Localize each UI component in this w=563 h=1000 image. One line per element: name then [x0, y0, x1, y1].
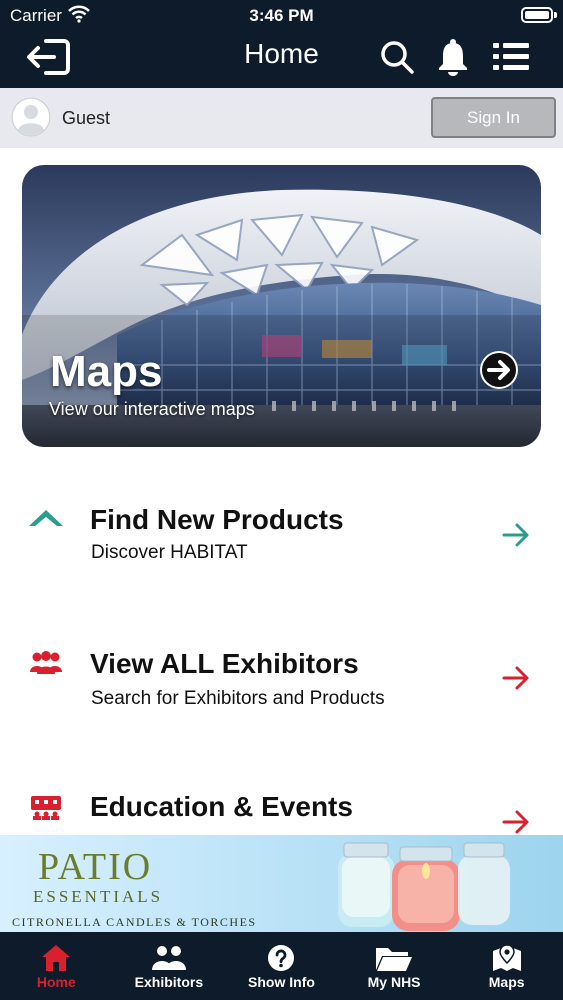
list-item-view-all-exhibitors[interactable]: View ALL Exhibitors Search for Exhibitor…	[0, 638, 563, 758]
tab-label: Show Info	[248, 974, 315, 990]
app-screen: Carrier 3:46 PM Home Guest Sign In Maps …	[0, 0, 563, 1000]
exhibitors-icon	[150, 942, 188, 974]
notifications-button[interactable]	[430, 36, 476, 78]
tab-maps[interactable]: Maps	[450, 932, 563, 1000]
menu-button[interactable]	[488, 36, 534, 78]
tab-exhibitors[interactable]: Exhibitors	[113, 932, 226, 1000]
bell-icon	[439, 39, 467, 76]
arrow-right-icon	[500, 807, 532, 835]
user-avatar-icon	[11, 97, 51, 137]
sign-in-button[interactable]: Sign In	[431, 97, 556, 138]
tab-bar: Home Exhibitors Show Info My NHS Maps	[0, 932, 563, 1000]
ad-brand-line2: ESSENTIALS	[33, 887, 164, 906]
maps-card-title: Maps	[50, 347, 163, 396]
tab-my-nhs[interactable]: My NHS	[338, 932, 451, 1000]
arrow-right-icon	[500, 663, 532, 693]
folder-icon	[374, 942, 414, 974]
question-circle-icon	[267, 942, 295, 974]
home-roof-icon	[26, 504, 66, 534]
row-title: Find New Products	[90, 504, 344, 535]
people-group-icon	[26, 648, 66, 678]
tab-label: Home	[36, 974, 76, 990]
tab-show-info[interactable]: Show Info	[225, 932, 338, 1000]
arrow-right-icon	[500, 520, 532, 550]
row-subtitle: Search for Exhibitors and Products	[91, 688, 385, 709]
tab-label: Maps	[488, 974, 525, 990]
row-subtitle: Discover HABITAT	[91, 542, 248, 563]
list-item-find-new-products[interactable]: Find New Products Discover HABITAT	[0, 496, 563, 616]
search-button[interactable]	[374, 36, 420, 78]
clock: 3:46 PM	[249, 6, 314, 25]
row-title: View ALL Exhibitors	[90, 648, 359, 679]
avatar	[11, 97, 51, 137]
presentation-icon	[26, 792, 66, 822]
maps-card-subtitle: View our interactive maps	[49, 399, 255, 419]
tab-label: My NHS	[367, 974, 421, 990]
battery-tip	[554, 12, 557, 18]
page-title: Home	[244, 38, 319, 69]
ad-brand-line1: PATIO	[38, 846, 153, 888]
maps-card[interactable]: Maps View our interactive maps	[22, 165, 541, 447]
list-menu-icon	[493, 43, 529, 70]
status-bar: Carrier 3:46 PM	[0, 0, 563, 30]
tab-label: Exhibitors	[134, 974, 204, 990]
ad-banner[interactable]: PATIO ESSENTIALS CITRONELLA CANDLES & TO…	[0, 835, 563, 932]
home-icon	[40, 942, 72, 974]
list-item-education-events[interactable]: Education & Events	[0, 780, 563, 835]
top-bar: Carrier 3:46 PM Home	[0, 0, 563, 88]
battery-icon	[521, 7, 553, 23]
search-icon	[381, 41, 414, 74]
guest-label: Guest	[62, 108, 111, 128]
tab-home[interactable]: Home	[0, 932, 113, 1000]
arrow-right-circle-icon	[480, 351, 518, 389]
ad-tagline: CITRONELLA CANDLES & TORCHES	[12, 915, 257, 929]
map-icon	[491, 942, 523, 974]
row-title: Education & Events	[90, 791, 353, 822]
